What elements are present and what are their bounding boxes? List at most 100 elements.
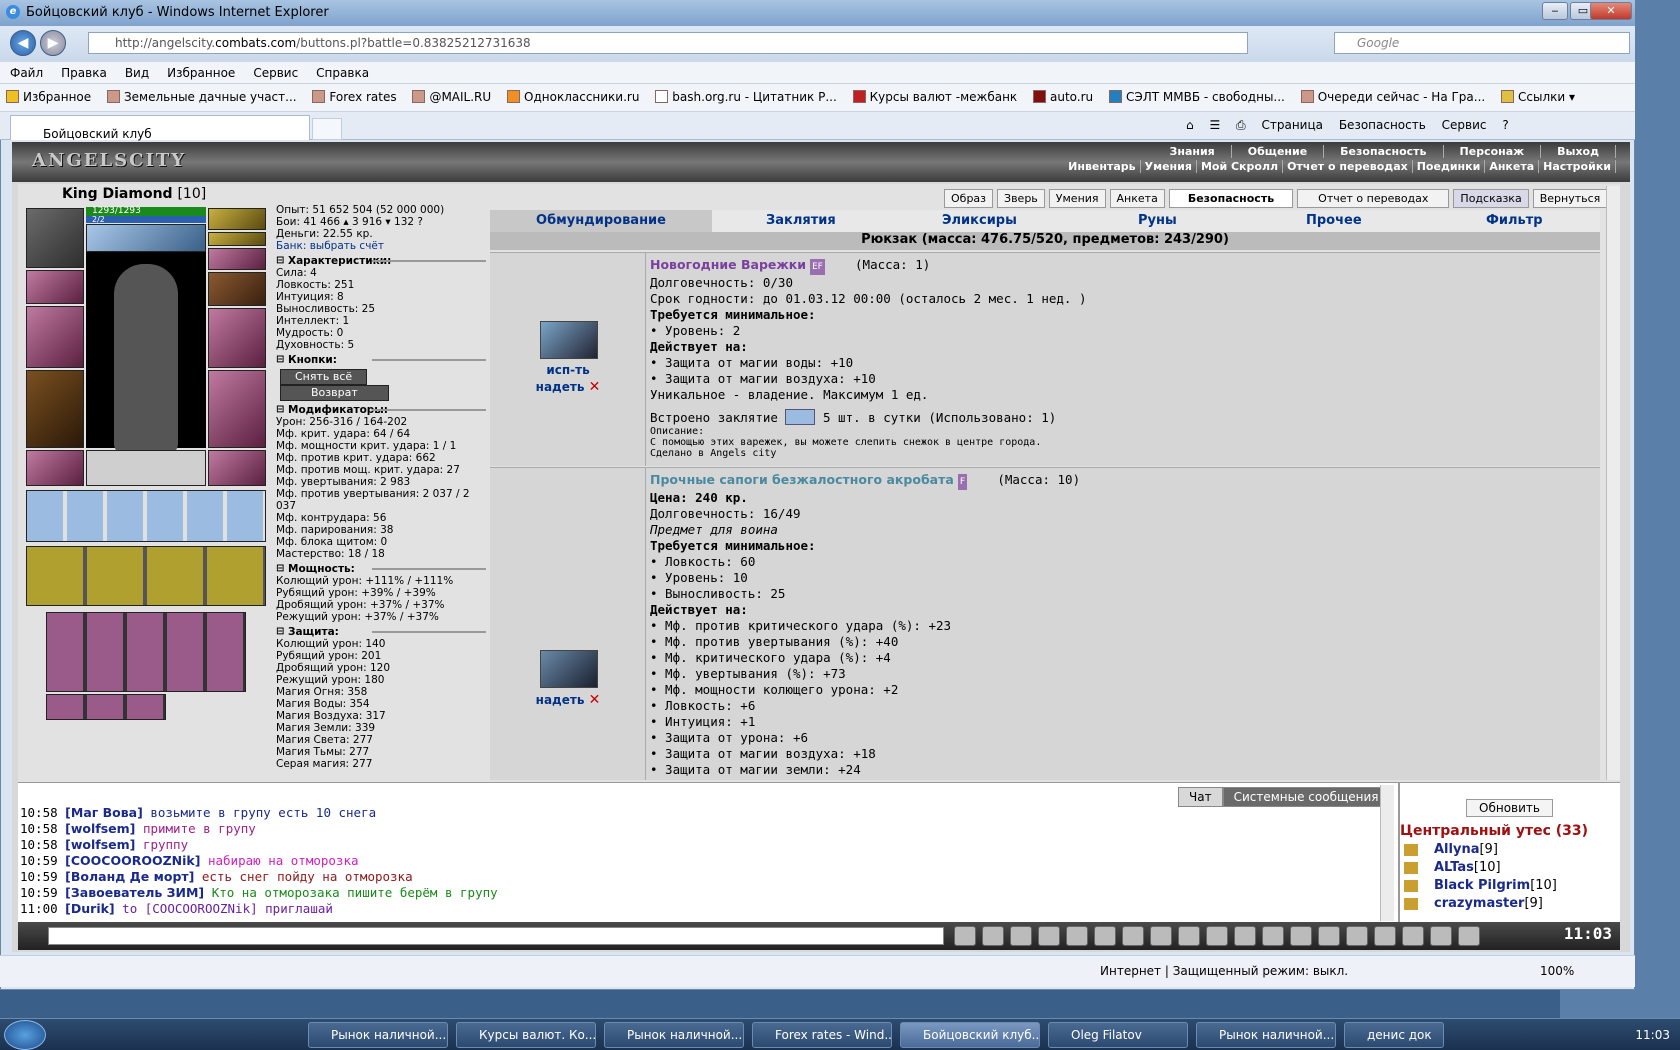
map-icon[interactable]	[1402, 926, 1424, 946]
bag-slots[interactable]	[26, 546, 266, 606]
btn-transfers[interactable]: Отчет о переводах	[1297, 189, 1450, 208]
player-name[interactable]: crazymaster	[1434, 896, 1524, 911]
start-button[interactable]	[4, 1020, 46, 1050]
nav-myscroll[interactable]: Мой Скролл	[1197, 160, 1284, 173]
scroll-icon[interactable]	[1290, 926, 1312, 946]
amulet-slot[interactable]	[208, 232, 266, 246]
wear-label[interactable]: надеть	[536, 693, 585, 707]
minimize-button[interactable]: ‒	[1542, 2, 1568, 20]
task-item[interactable]: Курсы валют. Ко...	[456, 1022, 596, 1048]
sound-icon[interactable]	[1122, 926, 1144, 946]
menu-favorites[interactable]: Избранное	[157, 62, 243, 80]
tab-active[interactable]: Бойцовский клуб	[10, 115, 310, 141]
smile-icon[interactable]	[1150, 926, 1172, 946]
chat-user[interactable]: [wolfsem]	[65, 821, 135, 836]
image-icon[interactable]	[1178, 926, 1200, 946]
new-tab-button[interactable]	[312, 118, 342, 140]
btn-hint[interactable]: Подсказка	[1453, 189, 1529, 208]
belt-slot[interactable]	[26, 450, 84, 486]
home-icon[interactable]: ⌂	[1180, 112, 1200, 132]
send-icon[interactable]	[954, 926, 976, 946]
pocket-slots[interactable]	[86, 450, 206, 486]
fav-item-8[interactable]: Очереди сейчас - На Гра...	[1295, 84, 1492, 104]
task-item[interactable]: Рынок наличной...	[308, 1022, 448, 1048]
task-item[interactable]: Forex rates - Wind...	[752, 1022, 892, 1048]
favorites-button[interactable]: Избранное	[0, 84, 97, 104]
nav-character[interactable]: Персонаж	[1444, 145, 1542, 158]
nav-inventory[interactable]: Инвентарь	[1064, 160, 1141, 173]
nav-profile[interactable]: Анкета	[1485, 160, 1540, 173]
player-item[interactable]: crazymaster[9]	[1400, 895, 1605, 913]
fav-item-7[interactable]: СЭЛТ ММВБ - свободны...	[1103, 84, 1291, 104]
return-button[interactable]: Возврат	[280, 385, 389, 401]
helmet-icon[interactable]	[1346, 926, 1368, 946]
gloves-slot[interactable]	[208, 272, 266, 306]
tab-filter[interactable]: Фильтр	[1486, 213, 1543, 228]
btn-image[interactable]: Образ	[944, 189, 994, 208]
menu-help[interactable]: Справка	[306, 62, 377, 80]
weapon-right-slot[interactable]	[208, 308, 266, 368]
bag2-icon[interactable]	[1234, 926, 1256, 946]
boots-slot[interactable]	[208, 450, 266, 486]
menu-file[interactable]: Файл	[0, 62, 51, 80]
player-item[interactable]: ALTas[10]	[1400, 859, 1605, 877]
ring-slot[interactable]	[208, 208, 266, 230]
save-icon[interactable]	[1038, 926, 1060, 946]
nav-settings[interactable]: Настройки	[1539, 160, 1616, 173]
stat-bank[interactable]: Банк: выбрать счёт	[276, 240, 486, 252]
section-characteristics[interactable]: Характеристики:	[276, 255, 486, 267]
chat-user[interactable]: [Маг Вова]	[65, 805, 143, 820]
menu-tools[interactable]: Сервис	[243, 62, 306, 80]
wear-label[interactable]: надеть	[536, 380, 585, 394]
player-item[interactable]: Black Pilgrim[10]	[1400, 877, 1605, 895]
tab-other[interactable]: Прочее	[1306, 213, 1362, 228]
btn-pet[interactable]: Зверь	[997, 189, 1045, 208]
close-button[interactable]: ✕	[1590, 2, 1632, 20]
tab-equipment[interactable]: Обмундирование	[490, 210, 712, 232]
item-name[interactable]: Прочные сапоги безжалостного акробата	[650, 472, 954, 487]
chat-user[interactable]: [Durik]	[65, 901, 114, 916]
fav-item-9[interactable]: Ссылки ▾	[1495, 84, 1581, 104]
player-name[interactable]: ALTas	[1434, 860, 1474, 875]
btn-security[interactable]: Безопасность	[1168, 189, 1294, 208]
erase-icon[interactable]	[982, 926, 1004, 946]
task-item-active[interactable]: Бойцовский клуб...	[900, 1022, 1040, 1048]
fav-item-6[interactable]: auto.ru	[1027, 84, 1099, 104]
section-buttons[interactable]: Кнопки:	[276, 354, 486, 366]
tab-spells[interactable]: Заклятия	[766, 213, 836, 228]
delete-icon[interactable]: ✕	[589, 692, 601, 708]
bag-icon[interactable]	[1206, 926, 1228, 946]
tab-elixirs[interactable]: Эликсиры	[942, 213, 1017, 228]
feeds-icon[interactable]: ☰	[1203, 112, 1226, 132]
btn-back[interactable]: Вернуться	[1532, 189, 1608, 208]
scroll-slots[interactable]	[26, 490, 266, 542]
cmd-tools[interactable]: Сервис	[1436, 112, 1493, 132]
translit-icon[interactable]	[1094, 926, 1116, 946]
inventory-scrollbar[interactable]	[1606, 186, 1620, 780]
section-modifiers[interactable]: Модификаторы:	[276, 404, 486, 416]
legs-slot[interactable]	[208, 370, 266, 448]
tab-chat[interactable]: Чат	[1178, 787, 1223, 807]
delete-icon[interactable]: ✕	[589, 379, 601, 395]
chat-scrollbar[interactable]	[1380, 785, 1394, 921]
nav-knowledge[interactable]: Знания	[1154, 145, 1232, 158]
fav-item-3[interactable]: Одноклассники.ru	[501, 84, 645, 104]
item-name[interactable]: Новогодние Варежки	[650, 257, 806, 272]
top-slots[interactable]	[86, 224, 206, 252]
btn-profile[interactable]: Анкета	[1109, 189, 1165, 208]
armor-slot[interactable]	[26, 370, 84, 448]
address-bar[interactable]: http://angelscity.combats.com/buttons.pl…	[88, 32, 1248, 54]
house-icon[interactable]	[1374, 926, 1396, 946]
spell-icon[interactable]	[785, 409, 816, 425]
nav-skills[interactable]: Умения	[1141, 160, 1197, 173]
remove-all-button[interactable]: Снять всё	[280, 369, 368, 385]
weapon-left-slot[interactable]	[26, 306, 84, 368]
forward-button[interactable]: ▶	[40, 30, 66, 56]
section-power[interactable]: Мощность:	[276, 563, 486, 575]
chat-user[interactable]: [COOCOOROOZNik]	[65, 853, 200, 868]
fav-item-5[interactable]: Курсы валют -межбанк	[847, 84, 1024, 104]
armor-icon[interactable]	[1318, 926, 1340, 946]
tab-runes[interactable]: Руны	[1138, 213, 1177, 228]
player-name[interactable]: Black Pilgrim	[1434, 878, 1530, 893]
back-button[interactable]: ◀	[10, 30, 36, 56]
